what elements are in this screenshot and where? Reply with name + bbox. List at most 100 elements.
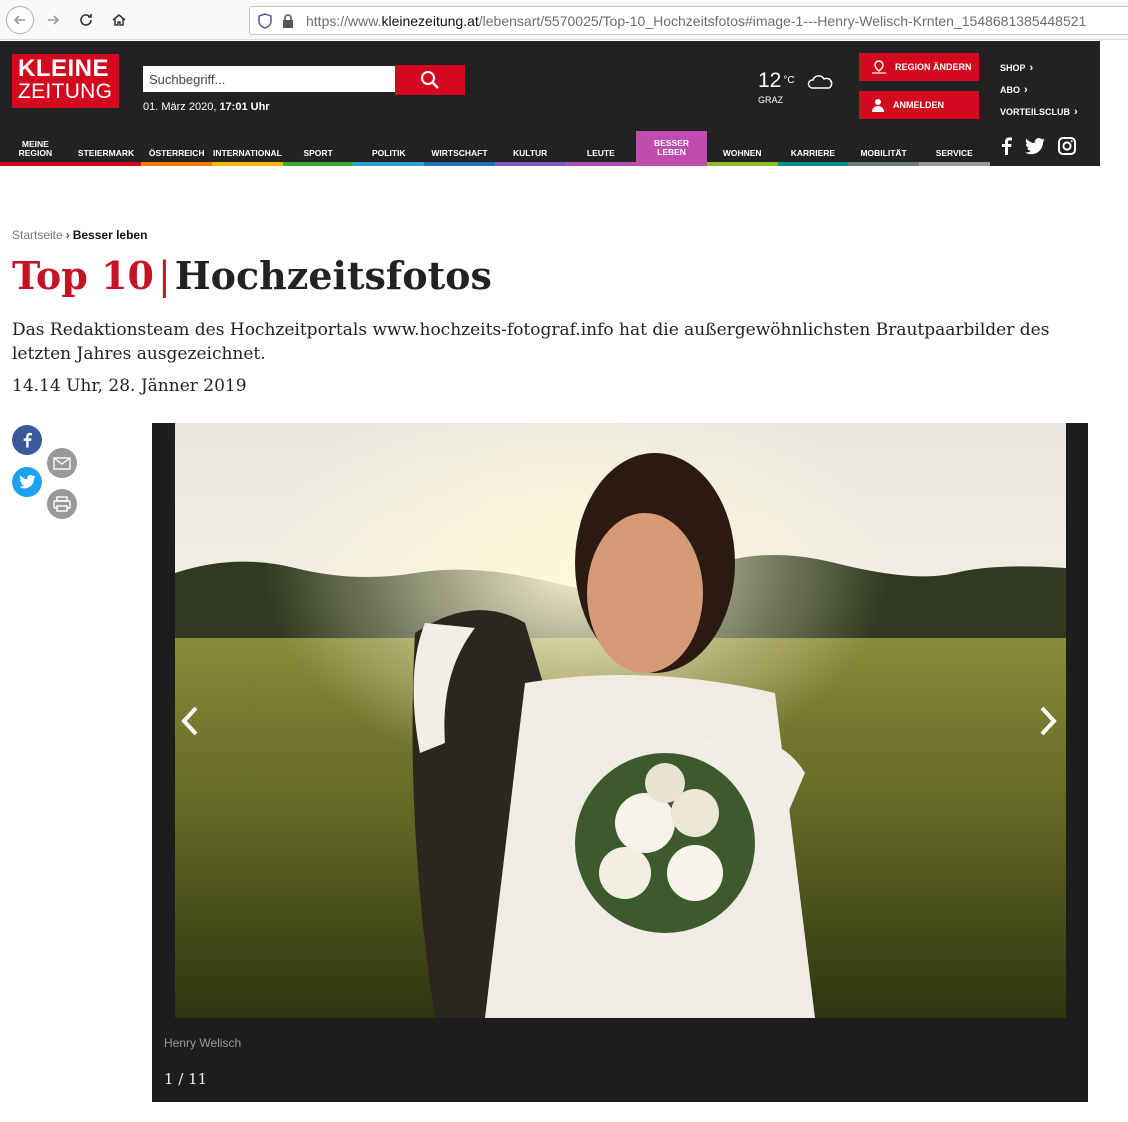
nav-item-color-bar	[353, 162, 425, 166]
nav-item-label: INTERNATIONAL	[213, 148, 282, 158]
logo-line-1: KLEINE	[18, 55, 110, 82]
nav-item-label: ÖSTERREICH	[148, 148, 205, 158]
user-icon	[872, 99, 884, 112]
forward-button[interactable]	[39, 6, 67, 34]
photo-gallery: Henry Welisch 1 / 11	[152, 423, 1088, 1102]
chevron-left-icon	[181, 706, 198, 736]
nav-item-label: WIRTSCHAFT	[431, 148, 488, 158]
nav-item-8[interactable]: LEUTE	[565, 131, 637, 166]
time-text: 17:01 Uhr	[219, 101, 270, 113]
gallery-photo	[175, 423, 1066, 1018]
nav-item-color-bar	[0, 162, 71, 166]
site-header: KLEINE ZEITUNG 01. März 2020, 17:01 Uhr …	[0, 41, 1100, 166]
share-facebook-button[interactable]	[12, 425, 42, 455]
nav-item-label: STEIERMARK	[77, 148, 135, 158]
nav-item-label: MEINE REGION	[18, 139, 53, 158]
nav-item-7[interactable]: KULTUR	[494, 131, 566, 166]
photo-counter: 1 / 11	[164, 1070, 208, 1088]
back-button[interactable]	[6, 5, 34, 34]
reload-icon	[80, 13, 92, 26]
home-button[interactable]	[105, 6, 133, 34]
nav-item-color-bar	[212, 162, 283, 166]
gallery-prev-button[interactable]	[172, 701, 208, 741]
print-button[interactable]	[47, 489, 77, 519]
abo-link[interactable]: ABO ›	[1000, 79, 1078, 101]
weather-city: GRAZ	[758, 95, 784, 105]
login-button[interactable]: ANMELDEN	[859, 91, 979, 119]
nav-item-4[interactable]: SPORT	[282, 131, 354, 166]
address-bar[interactable]: https://www. kleinezeitung.at/lebensart/5…	[249, 6, 1128, 35]
nav-item-label: SPORT	[303, 148, 333, 158]
nav-item-color-bar	[494, 162, 566, 166]
gallery-next-button[interactable]	[1030, 701, 1066, 741]
url-host: kleinezeitung.at	[381, 12, 479, 29]
url-path: /lebensart/5570025/Top-10_Hochzeitsfotos…	[478, 12, 1087, 29]
reload-button[interactable]	[72, 6, 100, 34]
weather-widget[interactable]: 12 °C GRAZ	[758, 69, 795, 105]
home-icon	[112, 13, 126, 26]
nav-item-13[interactable]: SERVICE	[918, 131, 990, 166]
partly-cloudy-icon	[806, 72, 834, 97]
article-dateline: 14.14 Uhr, 28. Jänner 2019	[12, 376, 247, 396]
weather-unit: °C	[783, 75, 795, 86]
instagram-icon[interactable]	[1058, 137, 1076, 155]
nav-item-11[interactable]: KARRIERE	[777, 131, 849, 166]
search-button[interactable]	[395, 65, 465, 95]
arrow-right-icon	[48, 14, 60, 25]
nav-item-10[interactable]: WOHNEN	[706, 131, 778, 166]
printer-icon	[53, 496, 71, 512]
breadcrumb-current[interactable]: Besser leben	[73, 228, 148, 242]
nav-item-6[interactable]: WIRTSCHAFT	[424, 131, 495, 166]
share-twitter-button[interactable]	[12, 467, 42, 497]
title-separator: |	[157, 254, 171, 298]
nav-item-3[interactable]: INTERNATIONAL	[212, 131, 283, 166]
arrow-left-icon	[13, 14, 25, 25]
share-email-button[interactable]	[47, 448, 77, 478]
title-kicker: Top 10	[12, 253, 154, 298]
shop-link[interactable]: SHOP ›	[1000, 57, 1078, 79]
social-links	[1000, 137, 1076, 155]
nav-item-color-bar	[918, 162, 990, 166]
region-change-label: REGION ÄNDERN	[895, 62, 972, 72]
title-text: Hochzeitsfotos	[174, 253, 492, 298]
nav-item-label: LEUTE	[586, 148, 615, 158]
region-change-button[interactable]: REGION ÄNDERN	[859, 53, 979, 81]
chevron-right-icon: ›	[1074, 106, 1078, 118]
nav-item-9[interactable]: BESSER LEBEN	[636, 131, 707, 166]
nav-item-1[interactable]: STEIERMARK	[70, 131, 142, 166]
weather-temperature: 12	[758, 69, 782, 92]
twitter-icon	[18, 475, 36, 489]
nav-item-color-bar	[282, 162, 354, 166]
header-date: 01. März 2020, 17:01 Uhr	[143, 101, 270, 113]
nav-item-label: BESSER LEBEN	[654, 137, 690, 157]
chevron-right-icon: ›	[1024, 84, 1028, 96]
breadcrumb-separator: ›	[65, 228, 70, 242]
twitter-icon[interactable]	[1025, 137, 1045, 155]
header-links: SHOP › ABO › VORTEILSCLUB ›	[1000, 57, 1078, 123]
login-label: ANMELDEN	[893, 100, 944, 110]
nav-item-2[interactable]: ÖSTERREICH	[141, 131, 213, 166]
nav-item-label: KULTUR	[513, 148, 548, 158]
nav-item-label: SERVICE	[935, 148, 973, 158]
search-icon	[421, 71, 439, 89]
shield-icon	[258, 12, 274, 29]
nav-item-0[interactable]: MEINE REGION	[0, 131, 71, 166]
nav-item-12[interactable]: MOBILITÄT	[848, 131, 919, 166]
vorteilsclub-link[interactable]: VORTEILSCLUB ›	[1000, 101, 1078, 123]
mail-icon	[53, 456, 71, 470]
main-navigation: MEINE REGION STEIERMARK ÖSTERREICH INTERNAT…	[0, 131, 998, 166]
nav-item-label: MOBILITÄT	[860, 148, 907, 158]
site-logo[interactable]: KLEINE ZEITUNG	[12, 54, 119, 108]
lock-icon	[282, 13, 298, 29]
breadcrumb-home[interactable]: Startseite	[12, 228, 63, 242]
facebook-icon[interactable]	[1000, 137, 1012, 155]
search-input[interactable]	[143, 66, 395, 92]
nav-item-color-bar	[565, 162, 637, 166]
nav-item-color-bar	[777, 162, 849, 166]
nav-item-label: POLITIK	[372, 148, 406, 158]
chevron-right-icon	[1040, 706, 1057, 736]
nav-item-5[interactable]: POLITIK	[353, 131, 425, 166]
nav-item-color-bar	[636, 162, 707, 166]
logo-line-2: ZEITUNG	[18, 80, 113, 103]
nav-item-color-bar	[848, 162, 919, 166]
